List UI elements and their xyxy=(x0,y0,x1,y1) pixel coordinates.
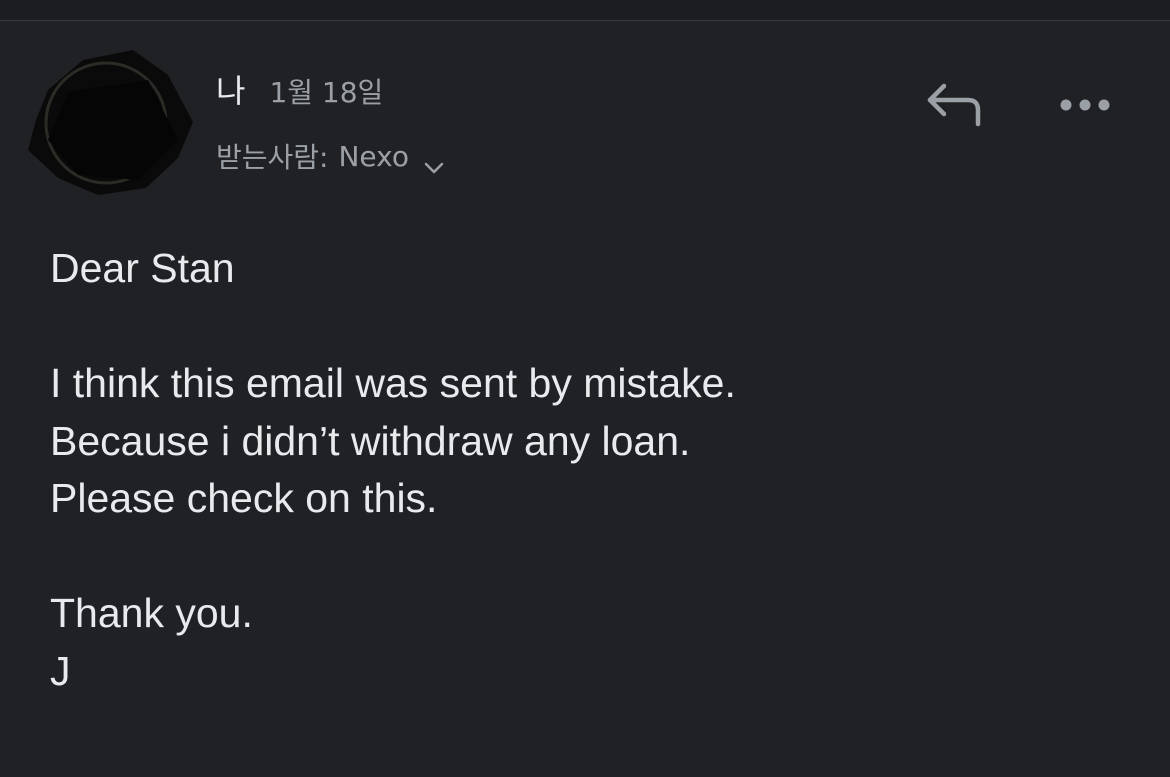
sender-name: 나 xyxy=(216,72,246,110)
message-line: Because i didn’t withdraw any loan. xyxy=(50,417,691,464)
chevron-down-icon[interactable] xyxy=(423,149,445,174)
top-divider-bar xyxy=(0,0,1170,21)
avatar xyxy=(28,50,193,195)
recipient-label: 받는사람: xyxy=(216,141,329,174)
reply-arrow-icon xyxy=(927,83,981,127)
more-horizontal-icon xyxy=(1060,99,1110,111)
message-line: Please check on this. xyxy=(50,475,438,521)
recipient-details-toggle[interactable]: 받는사람: Nexo xyxy=(216,138,445,174)
recipient-name: Nexo xyxy=(338,139,410,173)
message-closing: Thank you. xyxy=(50,590,253,636)
sender-line: 나 1월 18일 xyxy=(216,66,383,110)
reply-button[interactable] xyxy=(920,76,990,136)
more-options-button[interactable] xyxy=(1052,80,1122,130)
message-line: I think this email was sent by mistake. xyxy=(50,360,736,406)
sent-date: 1월 18일 xyxy=(269,76,384,109)
message-greeting: Dear Stan xyxy=(50,245,235,291)
message-signature: J xyxy=(50,647,71,694)
message-body: Dear Stan I think this email was sent by… xyxy=(50,240,1130,700)
